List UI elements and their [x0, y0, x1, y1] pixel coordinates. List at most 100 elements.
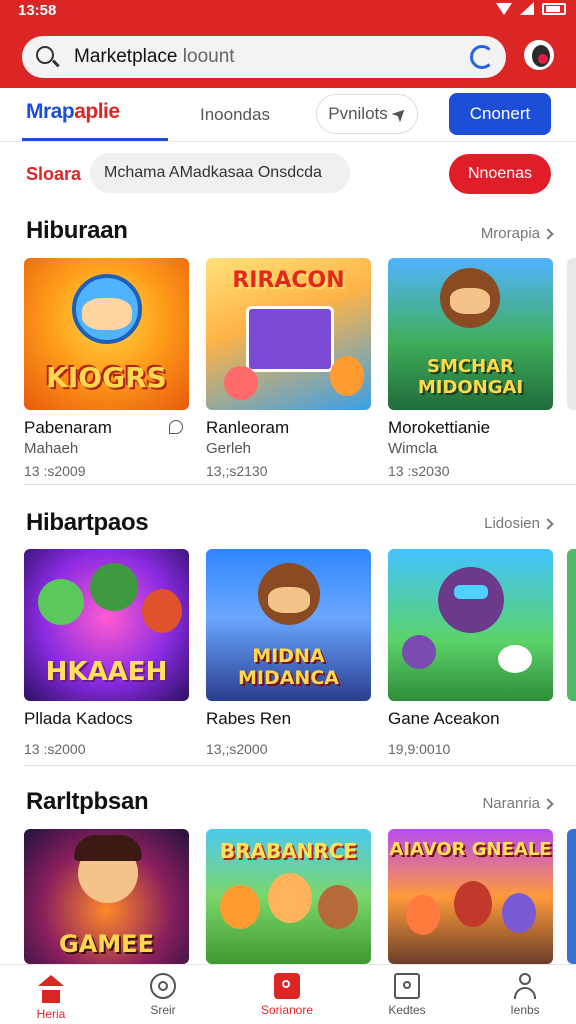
next-card-peek[interactable]	[567, 829, 576, 964]
game-card[interactable]: SMCHAR MIDONGAI Morokettianie Wimcla 13 …	[388, 258, 553, 479]
card-name: Ranleoram	[206, 418, 290, 437]
avatar-badge	[538, 54, 548, 64]
refresh-icon[interactable]	[470, 45, 494, 69]
game-card[interactable]: KIOGRS Pabenaram Mahaeh 13 :s2009	[24, 258, 189, 479]
game-card[interactable]: GAMEE	[24, 829, 189, 964]
game-card[interactable]: Gane Aceakon 19,9:0010	[388, 549, 553, 757]
status-bar: 13:58	[0, 0, 576, 24]
section-more-label: Naranria	[482, 795, 540, 812]
thumbnail-title: RIRACON	[232, 268, 345, 293]
marketplace-app: 13:58 Marketplace loount Mrapaplie Inoon…	[0, 0, 576, 1024]
chat-bubble-icon[interactable]	[169, 420, 183, 434]
search-input[interactable]: Marketplace loount	[74, 46, 235, 68]
card-date: 13,;s2000	[206, 741, 268, 757]
chevron-right-icon	[542, 227, 554, 240]
tab-inoondas[interactable]: Inoondas	[200, 105, 270, 125]
game-thumbnail[interactable]: AIAVOR GNEALE	[388, 829, 553, 964]
game-thumbnail[interactable]: SMCHAR MIDONGAI	[388, 258, 553, 410]
thumbnail-title: KIOGRS	[46, 361, 167, 394]
section-title-rarltpbsan: Rarltpbsan	[26, 788, 149, 815]
game-card[interactable]: RIRACON Ranleoram Gerleh 13,;s2130	[206, 258, 371, 479]
home-icon	[38, 975, 64, 986]
target-icon	[150, 973, 176, 999]
thumbnail-title: SMCHAR MIDONGAI	[417, 356, 524, 398]
game-thumbnail[interactable]: RIRACON	[206, 258, 371, 410]
bottom-nav: Heria Sreir Sorianore Kedtes Ienbs	[0, 964, 576, 1024]
search-bar[interactable]: Marketplace loount	[22, 36, 506, 78]
card-subtitle: Gerleh	[206, 440, 252, 457]
chevron-right-icon	[542, 797, 554, 810]
search-hint: loount	[182, 46, 235, 67]
card-date: 13 :s2030	[388, 463, 450, 479]
active-tab-indicator	[22, 138, 168, 141]
section-more-hiburaan[interactable]: Mrorapia	[480, 225, 554, 242]
tab-brand-part1: Mrap	[26, 100, 75, 123]
signal-icon	[520, 2, 534, 15]
game-card[interactable]: HKAAEH Pllada Kadocs 13 :s2000	[24, 549, 189, 757]
thumbnail-title: AIAVOR GNEALE	[389, 839, 552, 860]
pin-icon	[391, 106, 408, 123]
filter-chip[interactable]: Mchama AMadkasaa Onsdcda	[90, 153, 350, 193]
box-icon	[394, 973, 420, 999]
thumbnail-title: GAMEE	[59, 930, 154, 958]
game-thumbnail[interactable]: GAMEE	[24, 829, 189, 964]
next-card-peek[interactable]	[567, 549, 576, 701]
game-card[interactable]: BRABANRCE	[206, 829, 371, 964]
shopping-bag-icon	[274, 973, 300, 999]
game-thumbnail[interactable]: BRABANRCE	[206, 829, 371, 964]
section-more-hibartpaos[interactable]: Lidosien	[484, 515, 554, 532]
section-divider	[24, 484, 576, 485]
thumbnail-title: BRABANRCE	[219, 839, 358, 863]
card-name: Pllada Kadocs	[24, 709, 133, 728]
nav-item-home[interactable]: Heria	[6, 973, 96, 1021]
avatar[interactable]	[524, 40, 554, 70]
connect-button[interactable]: Cnonert	[449, 93, 551, 135]
card-subtitle: Wimcla	[388, 440, 438, 457]
next-card-peek[interactable]	[567, 258, 576, 410]
tab-brand-part2: aplie	[74, 100, 120, 123]
nav-label: Ienbs	[510, 1003, 540, 1017]
filter-button[interactable]: Nnoenas	[449, 154, 551, 194]
user-icon	[512, 973, 538, 999]
battery-icon	[542, 2, 566, 15]
section-title-hiburaan: Hiburaan	[26, 217, 128, 244]
game-thumbnail[interactable]: MIDNA MIDANCA	[206, 549, 371, 701]
tab-brand[interactable]: Mrapaplie	[26, 100, 120, 124]
game-card[interactable]: AIAVOR GNEALE	[388, 829, 553, 964]
app-header: 13:58 Marketplace loount	[0, 0, 576, 88]
nav-label: Heria	[36, 1007, 66, 1021]
game-thumbnail[interactable]	[388, 549, 553, 701]
filter-label: Sloara	[26, 164, 82, 184]
section-title-hibartpaos: Hibartpaos	[26, 509, 149, 536]
game-thumbnail[interactable]: HKAAEH	[24, 549, 189, 701]
section-more-rarltpbsan[interactable]: Naranria	[482, 795, 554, 812]
nav-label: Sorianore	[260, 1003, 314, 1017]
card-name: Pabenaram	[24, 418, 112, 437]
tab-pvnilots[interactable]: Pvnilots	[316, 94, 418, 134]
nav-item-shop[interactable]: Sorianore	[242, 973, 332, 1017]
search-text: Marketplace	[74, 46, 178, 67]
nav-item-search[interactable]: Sreir	[118, 973, 208, 1017]
card-name: Rabes Ren	[206, 709, 292, 728]
card-name: Gane Aceakon	[388, 709, 500, 728]
tab-bar: Mrapaplie Inoondas Pvnilots Cnonert	[0, 88, 576, 142]
section-divider	[24, 765, 576, 766]
nav-item-box[interactable]: Kedtes	[362, 973, 452, 1017]
section-more-label: Mrorapia	[480, 225, 540, 242]
nav-label: Kedtes	[388, 1003, 426, 1017]
thumbnail-title: MIDNA MIDANCA	[237, 645, 339, 689]
game-thumbnail[interactable]: KIOGRS	[24, 258, 189, 410]
nav-item-profile[interactable]: Ienbs	[480, 973, 570, 1017]
tab-pvnilots-label: Pvnilots	[328, 104, 388, 123]
card-date: 13 :s2009	[24, 463, 86, 479]
game-card[interactable]: MIDNA MIDANCA Rabes Ren 13,;s2000	[206, 549, 371, 757]
search-icon[interactable]	[36, 46, 54, 64]
section-more-label: Lidosien	[484, 515, 540, 532]
status-icons	[496, 2, 566, 15]
wifi-icon	[496, 2, 512, 15]
nav-label: Sreir	[150, 1003, 176, 1017]
card-date: 13,;s2130	[206, 463, 268, 479]
chevron-right-icon	[542, 517, 554, 530]
home-icon-base	[42, 990, 60, 1003]
thumbnail-title: HKAAEH	[45, 657, 168, 687]
